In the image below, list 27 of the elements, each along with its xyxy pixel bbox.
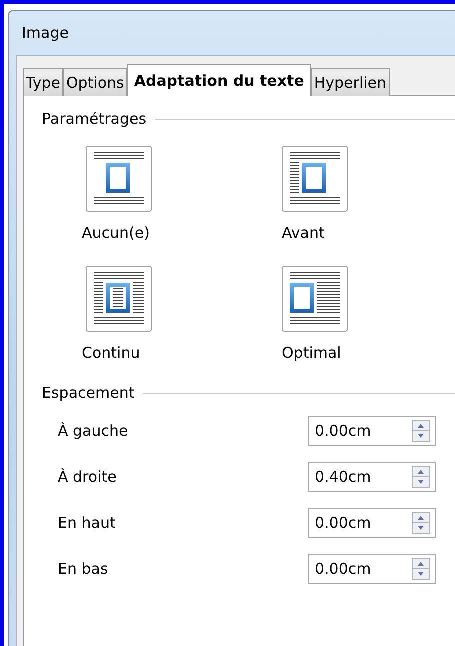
wrap-icon[interactable] xyxy=(282,146,348,212)
section-title: Espacement xyxy=(42,384,135,402)
spin-field[interactable]: 0.00cm xyxy=(308,554,436,584)
spin-arrows-icon[interactable] xyxy=(412,420,430,442)
spin-arrows-icon[interactable] xyxy=(412,558,430,580)
spin-arrows-icon[interactable] xyxy=(412,466,430,488)
tab[interactable]: Options xyxy=(63,68,128,96)
field-label: À gauche xyxy=(58,422,130,440)
window-title: Image xyxy=(21,23,69,44)
wrap-icon[interactable] xyxy=(282,266,348,332)
field-label: À droite xyxy=(58,468,118,486)
option-label[interactable]: Continu xyxy=(82,344,140,362)
option-label[interactable]: Avant xyxy=(282,224,325,242)
tab[interactable]: Type xyxy=(23,68,64,96)
wrap-icon[interactable] xyxy=(86,266,152,332)
option-label[interactable]: Aucun(e) xyxy=(82,224,150,242)
tab[interactable]: Adaptation du texte xyxy=(127,64,312,96)
field-label: En bas xyxy=(58,560,110,578)
option-label[interactable]: Optimal xyxy=(282,344,342,362)
spin-arrows-icon[interactable] xyxy=(412,512,430,534)
field-label: En haut xyxy=(58,514,117,532)
spin-field[interactable]: 0.00cm xyxy=(308,416,436,446)
spin-field[interactable]: 0.40cm xyxy=(308,462,436,492)
tab[interactable]: Hyperlien xyxy=(311,68,390,96)
spin-field[interactable]: 0.00cm xyxy=(308,508,436,538)
wrap-icon[interactable] xyxy=(86,146,152,212)
section-title: Paramétrages xyxy=(42,110,147,128)
